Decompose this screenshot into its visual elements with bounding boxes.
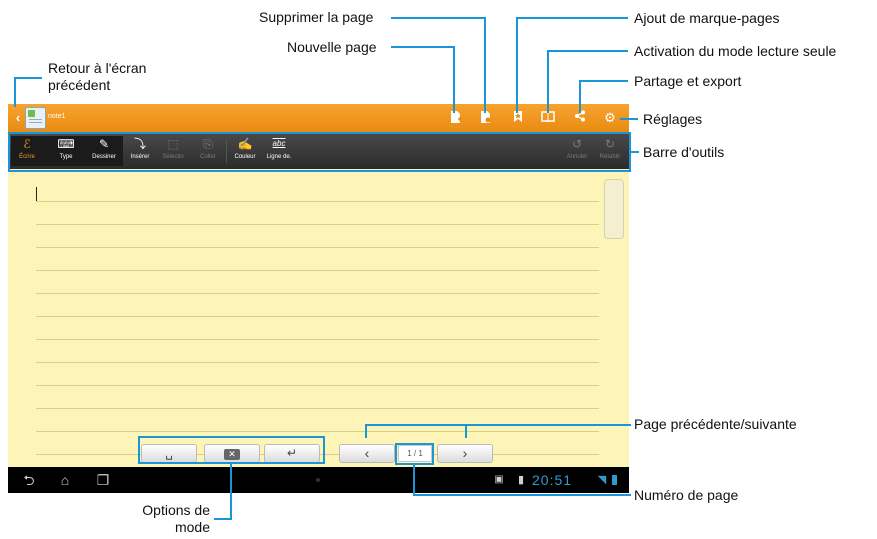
battery-icon xyxy=(612,475,617,485)
back-nav-icon[interactable]: ⮌ xyxy=(20,471,38,489)
delete-page-icon[interactable] xyxy=(478,110,494,126)
new-page-icon[interactable] xyxy=(448,110,464,126)
callout-add-bookmark: Ajout de marque-pages xyxy=(634,10,780,26)
gear-icon[interactable]: ⚙ xyxy=(602,110,618,126)
chevron-right-icon: › xyxy=(462,445,468,461)
callout-delete-page: Supprimer la page xyxy=(259,9,374,25)
gallery-icon: ▣ xyxy=(494,474,504,485)
home-icon[interactable]: ⌂ xyxy=(56,471,74,489)
note-title: note1 xyxy=(48,113,66,120)
notebook-thumbnail[interactable] xyxy=(25,107,46,129)
callout-back: Retour à l'écran précédent xyxy=(48,60,147,93)
system-navigation-bar: ⮌ ⌂ ❐ ▣ ▮ 20:51 ◥ xyxy=(8,467,629,493)
chevron-left-icon[interactable]: ‹ xyxy=(10,110,26,126)
clock: 20:51 xyxy=(532,472,573,488)
chevron-left-icon: ‹ xyxy=(364,445,370,461)
previous-page-button[interactable]: ‹ xyxy=(339,444,395,463)
scroll-handle[interactable] xyxy=(604,179,624,239)
callout-share-export: Partage et export xyxy=(634,73,742,89)
text-cursor xyxy=(36,187,37,201)
mode-options-highlight xyxy=(138,436,325,464)
recent-apps-icon[interactable]: ❐ xyxy=(94,471,112,489)
callout-settings: Réglages xyxy=(643,111,703,127)
menu-dot xyxy=(316,478,320,482)
callout-page-number: Numéro de page xyxy=(634,487,739,503)
bookmark-icon[interactable] xyxy=(510,110,526,126)
toolbar-highlight xyxy=(8,132,631,172)
callout-page-prev-next: Page précédente/suivante xyxy=(634,416,797,432)
note-paper[interactable] xyxy=(8,169,629,467)
callout-new-page: Nouvelle page xyxy=(287,39,377,55)
file-icon: ▮ xyxy=(517,474,525,486)
callout-mode-options: Options de mode xyxy=(142,502,210,535)
callout-read-only: Activation du mode lecture seule xyxy=(634,43,837,59)
page-number-highlight xyxy=(395,443,434,465)
title-bar: ‹ note1 ⚙ xyxy=(8,104,629,133)
next-page-button[interactable]: › xyxy=(437,444,493,463)
callout-toolbar: Barre d'outils xyxy=(643,144,725,160)
wifi-icon: ◥ xyxy=(597,474,607,486)
